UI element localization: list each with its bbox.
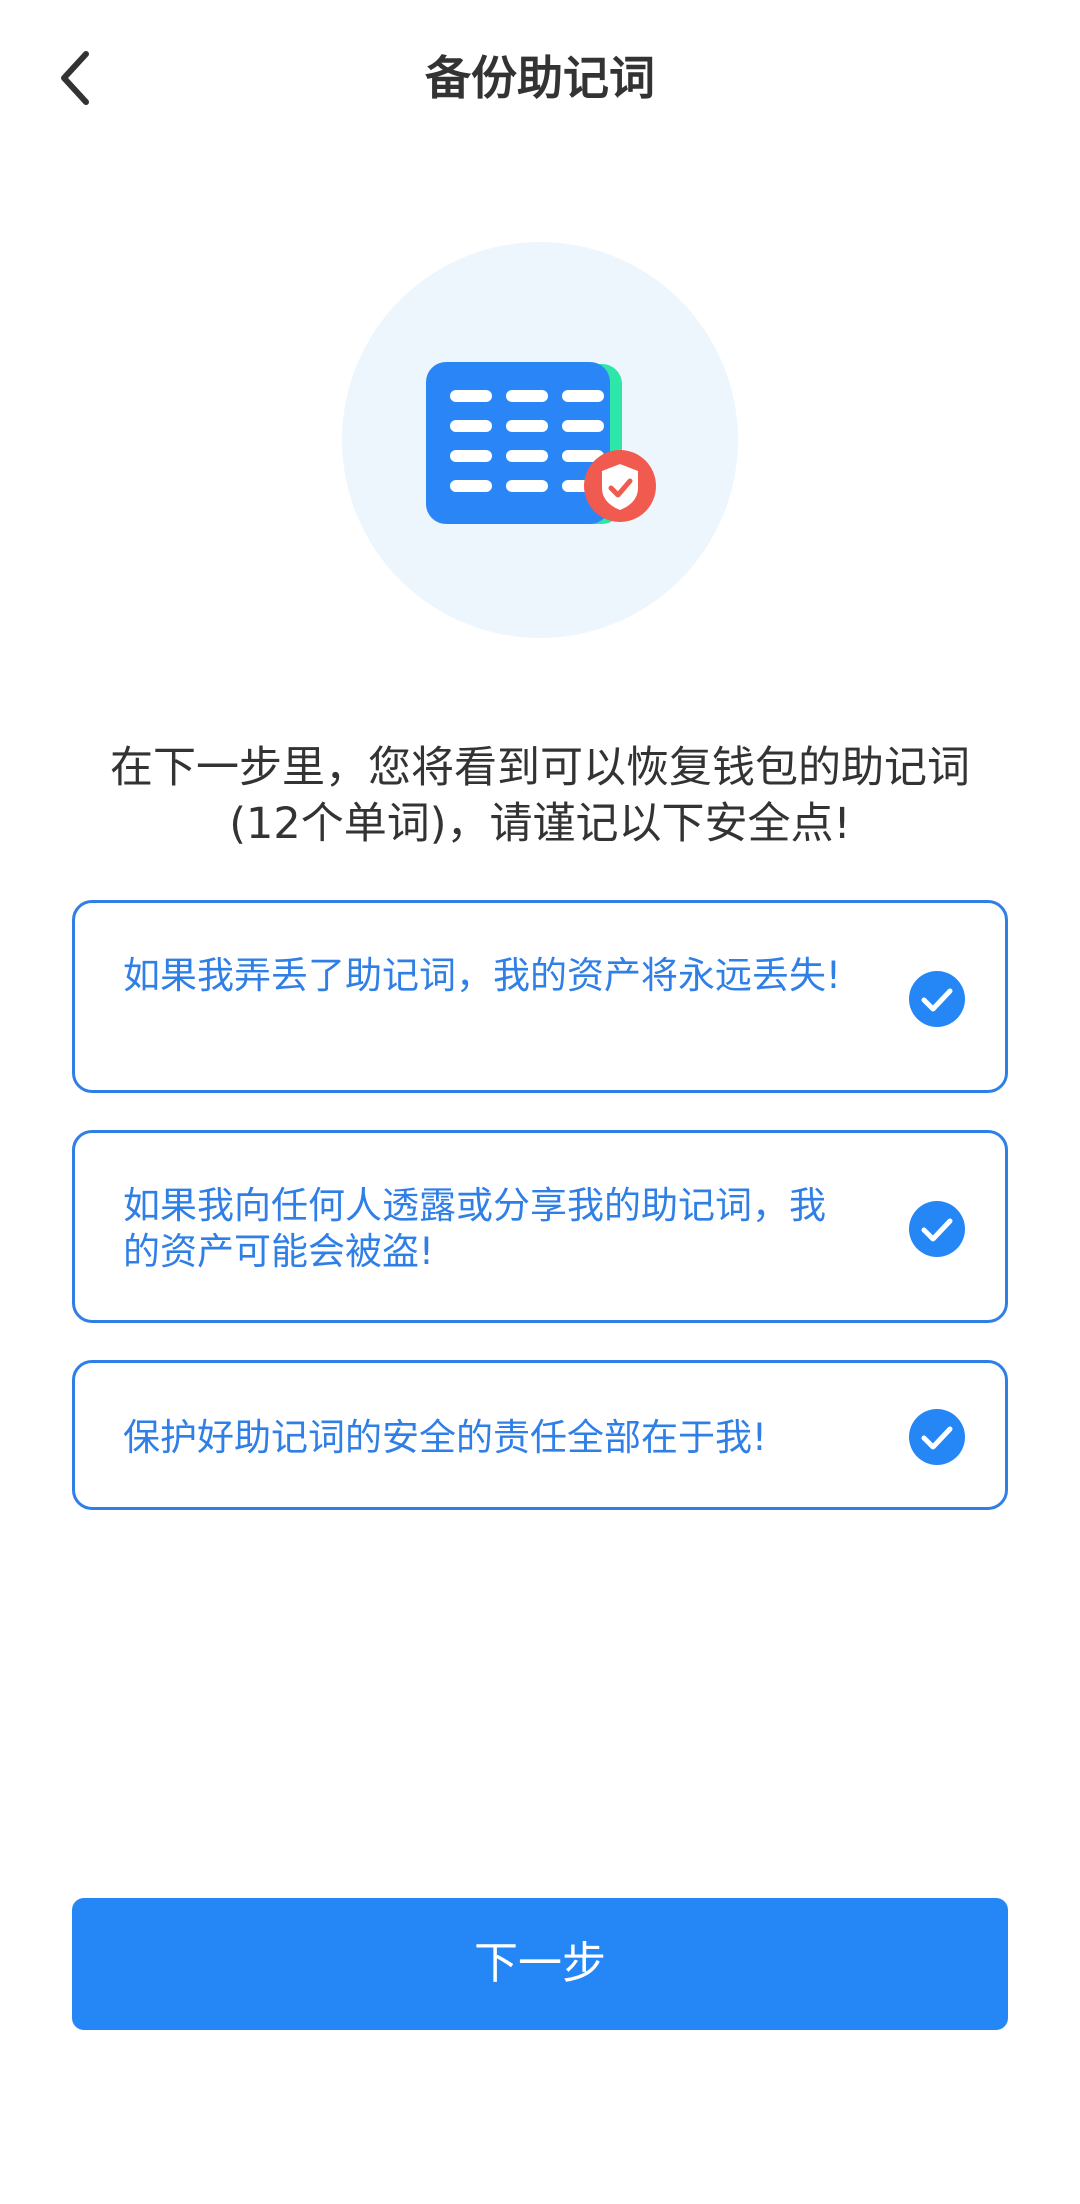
- intro-line-1: 在下一步里，您将看到可以恢复钱包的助记词: [110, 743, 970, 793]
- mnemonic-card-shield-icon: [426, 362, 656, 524]
- checkmark-icon: [909, 971, 965, 1027]
- checklist-item-text: 如果我弄丢了助记词，我的资产将永远丢失!: [123, 954, 841, 997]
- checklist-item-text: 保护好助记词的安全的责任全部在于我!: [123, 1416, 767, 1459]
- checklist-item[interactable]: 如果我向任何人透露或分享我的助记词，我的资产可能会被盗!: [72, 1130, 1008, 1323]
- intro-line-2: (12个单词)，请谨记以下安全点!: [229, 799, 851, 849]
- checkmark-icon: [909, 1201, 965, 1257]
- illustration: [342, 242, 738, 638]
- checklist-item[interactable]: 如果我弄丢了助记词，我的资产将永远丢失!: [72, 900, 1008, 1093]
- next-step-button[interactable]: 下一步: [72, 1898, 1008, 2030]
- page-title: 备份助记词: [425, 51, 655, 105]
- header-bar: 备份助记词: [0, 0, 1080, 160]
- checklist-item[interactable]: 保护好助记词的安全的责任全部在于我!: [72, 1360, 1008, 1510]
- intro-text: 在下一步里，您将看到可以恢复钱包的助记词 (12个单词)，请谨记以下安全点!: [70, 740, 1010, 852]
- checkmark-icon: [909, 1409, 965, 1465]
- checklist-item-text: 如果我向任何人透露或分享我的助记词，我的资产可能会被盗!: [123, 1184, 826, 1273]
